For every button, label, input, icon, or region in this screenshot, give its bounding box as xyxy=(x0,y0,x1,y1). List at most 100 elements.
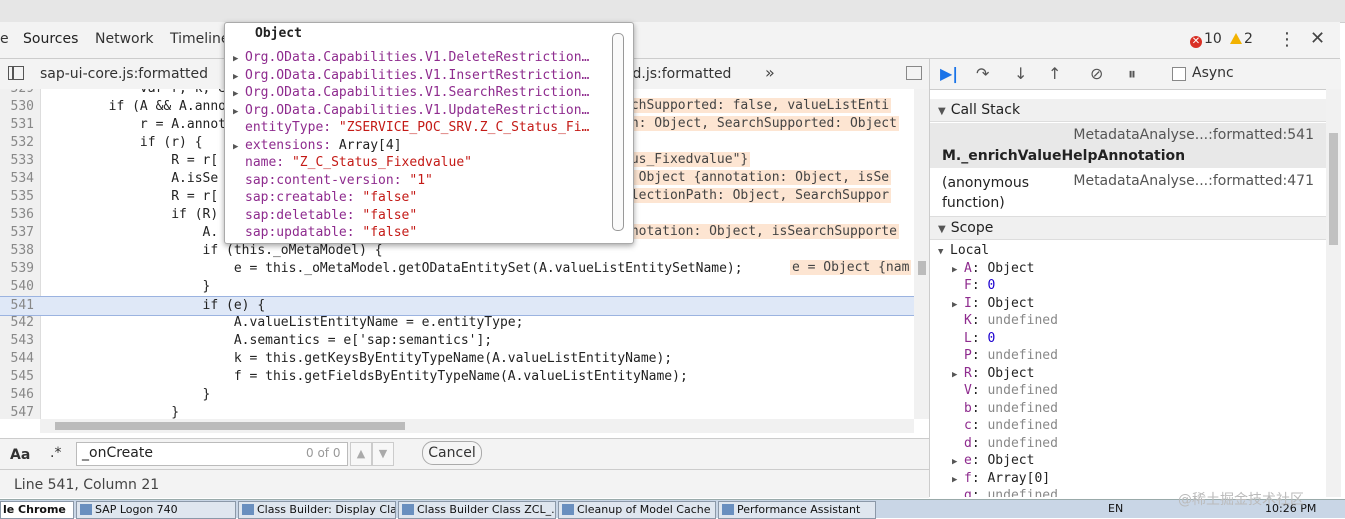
more-options-icon[interactable]: ⋮ xyxy=(1278,29,1296,50)
popover-property[interactable]: sap:content-version: "1" xyxy=(233,172,433,189)
code-line[interactable]: 546 } xyxy=(0,386,914,404)
code-line[interactable]: 542 A.valueListEntityName = e.entityType… xyxy=(0,314,914,332)
code-vertical-scrollbar[interactable] xyxy=(914,89,929,419)
popover-property[interactable]: ▶ Org.OData.Capabilities.V1.UpdateRestric… xyxy=(233,102,589,119)
line-number[interactable]: 542 xyxy=(0,314,34,332)
taskbar-item-chrome[interactable]: le Chrome xyxy=(0,501,74,519)
navigator-toggle-icon[interactable] xyxy=(8,66,24,80)
tab-sources[interactable]: Sources xyxy=(23,31,78,47)
popover-property[interactable]: name: "Z_C_Status_Fixedvalue" xyxy=(233,154,472,171)
line-number[interactable]: 544 xyxy=(0,350,34,368)
scope-variable[interactable]: ▶ R: Object xyxy=(952,365,1034,383)
scope-variable[interactable]: V: undefined xyxy=(952,382,1058,400)
code-line[interactable]: 540 } xyxy=(0,278,914,296)
search-next-button[interactable]: ▼ xyxy=(372,442,394,466)
deactivate-breakpoints-icon[interactable]: ⊘ xyxy=(1090,64,1103,83)
more-tabs-icon[interactable]: » xyxy=(765,63,775,82)
scope-variable[interactable]: ▶ e: Object xyxy=(952,452,1034,470)
input-language-indicator[interactable]: EN xyxy=(1108,502,1123,515)
line-number[interactable]: 537 xyxy=(0,224,34,242)
line-number[interactable]: 533 xyxy=(0,152,34,170)
line-number[interactable]: 540 xyxy=(0,278,34,296)
scope-header[interactable]: ▼ Scope xyxy=(930,216,1326,240)
pause-on-exceptions-icon[interactable]: ⏸ xyxy=(1128,64,1136,84)
code-vertical-scroll-thumb[interactable] xyxy=(918,261,926,275)
regex-button[interactable]: .* xyxy=(50,445,61,461)
line-number[interactable]: 545 xyxy=(0,368,34,386)
scope-variable[interactable]: c: undefined xyxy=(952,417,1058,435)
taskbar-item-model-cache[interactable]: Cleanup of Model Cache xyxy=(558,501,716,519)
taskbar-item-label: Performance Assistant xyxy=(737,503,861,516)
code-line[interactable]: 541 if (e) { xyxy=(0,296,914,316)
resume-icon[interactable]: ▶| xyxy=(940,64,958,83)
line-number[interactable]: 534 xyxy=(0,170,34,188)
popover-property[interactable]: entityType: "ZSERVICE_POC_SRV.Z_C_Status… xyxy=(233,119,589,136)
tab-timeline[interactable]: Timeline xyxy=(170,31,230,47)
line-number[interactable]: 538 xyxy=(0,242,34,260)
scope-variable[interactable]: ▶ A: Object xyxy=(952,260,1034,278)
file-tab-sap-ui-core[interactable]: sap-ui-core.js:formatted xyxy=(40,66,208,82)
call-frame[interactable]: MetadataAnalyse...:formatted:541 M._enri… xyxy=(930,123,1326,168)
code-line[interactable]: 544 k = this.getKeysByEntityTypeName(A.v… xyxy=(0,350,914,368)
warning-count-badge[interactable]: 2 xyxy=(1230,31,1253,47)
sidebar-vertical-scroll-thumb[interactable] xyxy=(1329,133,1338,245)
line-number[interactable]: 530 xyxy=(0,98,34,116)
popover-property[interactable]: sap:deletable: "false" xyxy=(233,207,417,224)
code-line-text: A.isSe xyxy=(46,171,219,186)
scope-variable[interactable]: K: undefined xyxy=(952,312,1058,330)
file-tab-field[interactable]: eld.js:formatted xyxy=(620,66,731,82)
line-number[interactable]: 547 xyxy=(0,404,34,419)
taskbar-item-class-builder-display[interactable]: Class Builder: Display Cla... xyxy=(238,501,396,519)
step-over-icon[interactable]: ↷ xyxy=(976,64,989,83)
close-devtools-icon[interactable]: ✕ xyxy=(1310,28,1325,49)
async-checkbox[interactable] xyxy=(1172,67,1186,81)
step-into-icon[interactable]: ↓ xyxy=(1014,64,1027,83)
match-case-button[interactable]: Aa xyxy=(10,447,30,463)
code-line[interactable]: 547 } xyxy=(0,404,914,419)
scope-variable[interactable]: g: undefined xyxy=(952,487,1058,497)
code-line[interactable]: 539 e = this._oMetaModel.getODataEntityS… xyxy=(0,260,914,278)
popover-property[interactable]: sap:updatable: "false" xyxy=(233,224,417,241)
search-input-value[interactable]: _onCreate xyxy=(82,445,153,461)
line-number[interactable]: 531 xyxy=(0,116,34,134)
error-count-badge[interactable]: ✕ 10 xyxy=(1190,31,1222,48)
popover-property[interactable]: ▶ Org.OData.Capabilities.V1.DeleteRestric… xyxy=(233,49,589,66)
code-line[interactable]: 545 f = this.getFieldsByEntityTypeName(A… xyxy=(0,368,914,386)
scope-variable[interactable]: F: 0 xyxy=(952,277,995,295)
search-cancel-button[interactable]: Cancel xyxy=(422,441,482,465)
line-number[interactable]: 532 xyxy=(0,134,34,152)
taskbar-item-sap-logon[interactable]: SAP Logon 740 xyxy=(76,501,236,519)
popover-property[interactable]: ▶ Org.OData.Capabilities.V1.InsertRestric… xyxy=(233,67,589,84)
tab-elements[interactable]: e xyxy=(0,31,9,47)
line-number[interactable]: 529 xyxy=(0,89,34,98)
step-out-icon[interactable]: ↑ xyxy=(1048,64,1061,83)
call-stack-header[interactable]: ▼ Call Stack xyxy=(930,99,1326,122)
debugger-toggle-icon[interactable] xyxy=(906,66,922,80)
scope-variable[interactable]: P: undefined xyxy=(952,347,1058,365)
line-number[interactable]: 536 xyxy=(0,206,34,224)
code-line[interactable]: 543 A.semantics = e['sap:semantics']; xyxy=(0,332,914,350)
scope-variable[interactable]: b: undefined xyxy=(952,400,1058,418)
line-number[interactable]: 546 xyxy=(0,386,34,404)
taskbar-item-class-builder-zcl[interactable]: Class Builder Class ZCL_... xyxy=(398,501,556,519)
taskbar-item-performance-assistant[interactable]: Performance Assistant xyxy=(718,501,876,519)
code-line[interactable]: 538 if (this._oMetaModel) { xyxy=(0,242,914,260)
popover-property[interactable]: ▶ extensions: Array[4] xyxy=(233,137,402,154)
popover-property[interactable]: ▶ Org.OData.Capabilities.V1.SearchRestric… xyxy=(233,84,589,101)
tab-network[interactable]: Network xyxy=(95,31,153,47)
scope-variable[interactable]: ▶ I: Object xyxy=(952,295,1034,313)
code-horizontal-scroll-thumb[interactable] xyxy=(55,422,405,430)
scope-variable[interactable]: d: undefined xyxy=(952,435,1058,453)
popover-property-value: "false" xyxy=(362,225,418,240)
line-number[interactable]: 541 xyxy=(0,297,34,315)
popover-scrollbar[interactable] xyxy=(612,33,624,231)
line-number[interactable]: 535 xyxy=(0,188,34,206)
call-frame[interactable]: (anonymous function) MetadataAnalyse...:… xyxy=(930,169,1326,214)
scope-variable[interactable]: ▶ f: Array[0] xyxy=(952,470,1050,488)
line-number[interactable]: 539 xyxy=(0,260,34,278)
line-number[interactable]: 543 xyxy=(0,332,34,350)
popover-property[interactable]: sap:creatable: "false" xyxy=(233,189,417,206)
scope-local-group[interactable]: ▼ Local xyxy=(938,242,989,260)
scope-variable[interactable]: L: 0 xyxy=(952,330,995,348)
search-previous-button[interactable]: ▲ xyxy=(350,442,372,466)
